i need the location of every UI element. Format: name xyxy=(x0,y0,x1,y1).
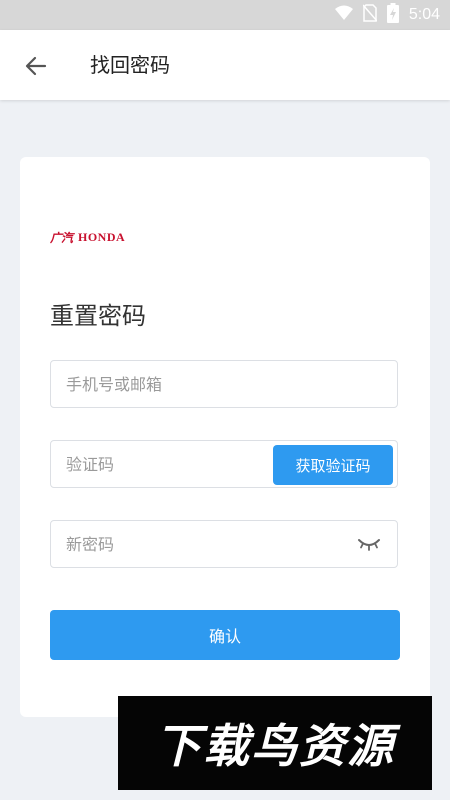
brand-logo-en: HONDA xyxy=(78,229,126,244)
back-button[interactable] xyxy=(22,52,50,80)
page-title: 找回密码 xyxy=(90,53,170,77)
brand-logo-cn: 广汽 xyxy=(50,230,73,245)
wifi-icon xyxy=(334,5,353,25)
new-password-input[interactable] xyxy=(51,521,341,567)
no-sim-icon xyxy=(362,4,378,26)
code-input[interactable] xyxy=(51,441,271,487)
confirm-button[interactable]: 确认 xyxy=(50,610,400,660)
status-time: 5:04 xyxy=(408,6,440,23)
status-bar: 5:04 xyxy=(0,0,450,30)
status-icons: 5:04 xyxy=(334,3,440,27)
form-heading: 重置密码 xyxy=(50,302,146,330)
arrow-left-icon xyxy=(25,56,47,76)
account-field xyxy=(50,360,398,408)
watermark-banner: 下载鸟资源 xyxy=(118,696,432,790)
eye-closed-icon[interactable] xyxy=(357,536,381,554)
get-code-button[interactable]: 获取验证码 xyxy=(273,445,393,485)
code-field: 获取验证码 xyxy=(50,440,398,488)
account-input[interactable] xyxy=(51,361,397,407)
app-bar: 找回密码 xyxy=(0,30,450,100)
brand-logo: 广汽 HONDA xyxy=(50,229,125,245)
password-field xyxy=(50,520,398,568)
battery-charging-icon xyxy=(386,3,399,27)
watermark-text: 下载鸟资源 xyxy=(155,719,395,773)
